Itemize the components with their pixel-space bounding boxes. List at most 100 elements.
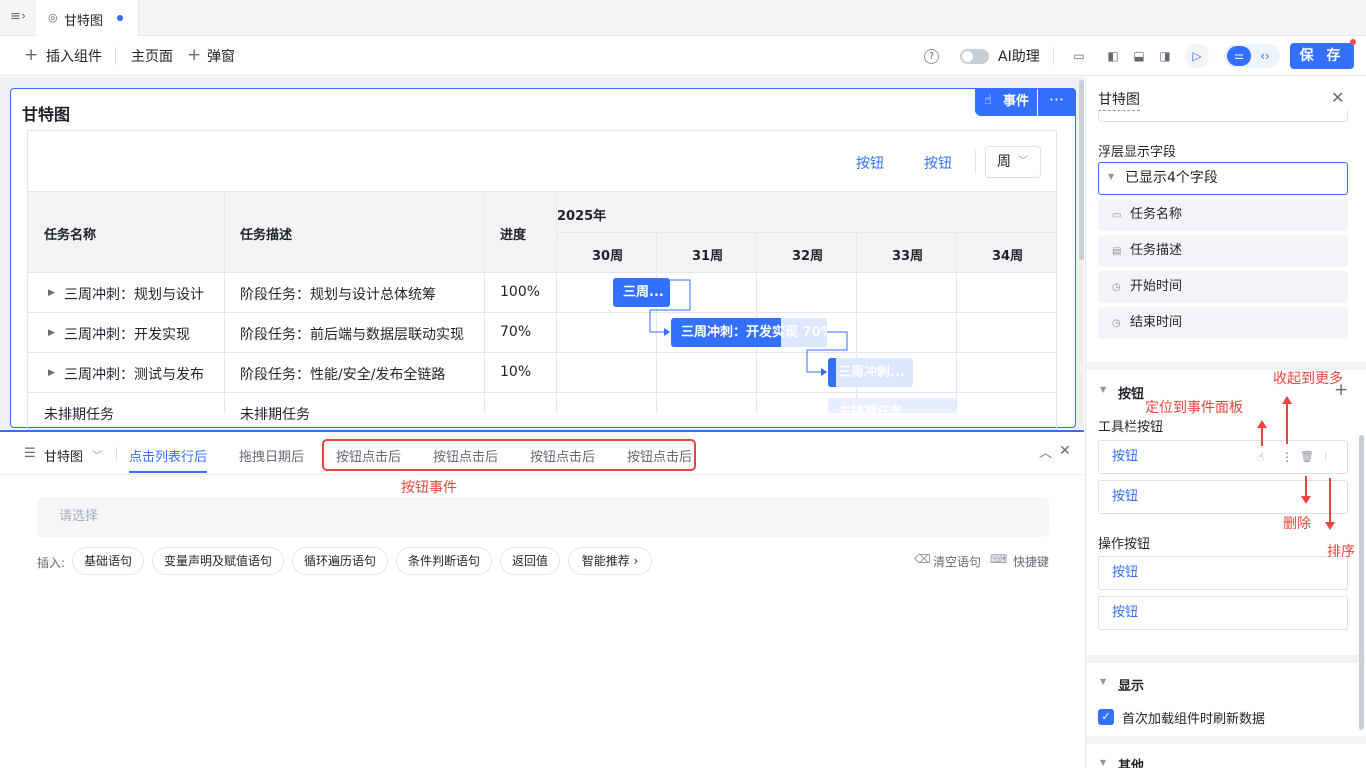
chip-return-value[interactable]: 返回值 [500,547,560,575]
tab-date-drag[interactable]: 拖拽日期后 [239,446,304,465]
close-icon[interactable]: ✕ [1331,88,1344,107]
gantt-toolbar-button-2[interactable]: 按钮 [924,153,952,173]
gantt-toolbar-button-1[interactable]: 按钮 [856,153,884,173]
divider [224,191,225,413]
expand-caret-icon[interactable]: ▶ [48,368,55,378]
task-desc: 阶段任务：规划与设计总体统筹 [240,287,436,303]
tab-row-click[interactable]: 点击列表行后 [129,446,207,465]
action-buttons-label: 操作按钮 [1098,537,1151,552]
save-badge-dot [1350,39,1356,45]
chip-basic-statement[interactable]: 基础语句 [72,547,144,575]
action-button-row[interactable]: 按钮 [1098,596,1348,630]
help-icon[interactable]: ? [924,49,939,64]
component-select[interactable]: 甘特图 [44,446,83,465]
panel-title: 甘特图 [1098,89,1140,111]
week-select[interactable]: 周 ﹀ [985,146,1041,178]
overlay-field-item[interactable]: 任务名称 [1098,199,1348,231]
section-other[interactable]: 其他 [1118,755,1144,768]
canvas-scrollbar[interactable] [1079,80,1084,260]
task-desc: 阶段任务：前后端与数据层联动实现 [240,327,464,343]
gantt-bar[interactable]: 三周冲刺：开发实现 70% [671,318,827,347]
annotation-button-events: 按钮事件 [401,480,457,496]
clear-statements-button[interactable]: 清空语句 [933,553,981,570]
bottom-panel-icon[interactable]: ⬓ [1130,47,1148,65]
refresh-label: 首次加载组件时刷新数据 [1122,712,1266,727]
annotation-box [322,439,696,471]
section-divider [1086,655,1366,663]
chip-variable-statement[interactable]: 变量声明及赋值语句 [152,547,284,575]
task-name[interactable]: 未排期任务 [44,404,114,424]
save-button[interactable]: 保 存 [1290,43,1354,69]
popup-button[interactable]: 弹窗 [207,46,235,66]
sidebar-toggle-icon[interactable]: ≡› [10,9,26,25]
divider [484,191,485,413]
week-select-value: 周 [997,154,1011,170]
action-button-row[interactable]: 按钮 [1098,556,1348,590]
section-buttons[interactable]: 按钮 [1118,383,1144,402]
right-panel-icon[interactable]: ◨ [1156,47,1174,65]
date-field-icon: ◷ [1112,318,1121,329]
caret-down-icon[interactable]: ▼ [1100,677,1106,686]
more-options-button[interactable]: ··· [1038,88,1075,116]
left-panel-icon[interactable]: ◧ [1104,47,1122,65]
preview-play-icon[interactable]: ▷ [1185,44,1209,68]
layout-icon[interactable]: ▭ [1070,47,1088,65]
chevron-down-icon: ﹀ [1018,156,1028,167]
annotation-sort: 排序 [1327,544,1355,560]
chip-loop-statement[interactable]: 循环遍历语句 [292,547,388,575]
tab-label: 甘特图 [64,14,104,29]
ai-assistant-toggle[interactable] [960,49,989,64]
panel-scrollbar[interactable] [1359,435,1364,730]
insert-component-button[interactable]: 插入组件 [46,46,102,66]
task-name[interactable]: 三周冲刺：开发实现 [64,324,190,344]
task-name[interactable]: 三周冲刺：规划与设计 [64,284,204,304]
week-label: 34周 [992,249,1024,264]
chip-smart-recommend[interactable]: 智能推荐 › [568,547,652,575]
expand-caret-icon[interactable]: ▶ [48,328,55,338]
task-progress: 10% [500,364,532,380]
divider [116,447,117,461]
home-page-link[interactable]: 主页面 [131,46,173,66]
settings-mode-icon[interactable]: ⚌ [1227,46,1251,66]
text-field-icon: ▭ [1112,210,1122,221]
section-display[interactable]: 显示 [1118,675,1144,694]
expand-caret-icon[interactable]: ▶ [48,288,55,298]
caret-down-icon[interactable]: ▼ [1100,758,1106,767]
collapse-up-icon[interactable]: ︿ [1039,442,1052,461]
overlay-fields-select[interactable]: 已显示4个字段 [1098,162,1348,195]
annotation-collapse: 收起到更多 [1273,371,1343,387]
overlay-field-item[interactable]: 任务描述 [1098,235,1348,267]
column-header-progress: 进度 [500,228,527,243]
chip-condition-statement[interactable]: 条件判断语句 [396,547,492,575]
week-label: 31周 [692,249,724,264]
year-label: 2025年 [557,209,607,224]
week-label: 33周 [892,249,924,264]
gantt-bar[interactable]: 三周冲刺... [828,358,913,387]
statement-select[interactable]: 请选择 [37,497,1049,537]
toolbar-buttons-label: 工具栏按钮 [1098,420,1164,435]
code-mode-icon[interactable]: ‹› [1256,47,1274,65]
insert-label: 插入: [37,556,66,570]
caret-down-icon[interactable]: ▼ [1100,385,1106,394]
gantt-bar[interactable]: 三周... [613,278,670,307]
task-name[interactable]: 三周冲刺：测试与发布 [64,364,204,384]
overlay-field-item[interactable]: 结束时间 [1098,307,1348,339]
keyboard-icon: ⌨ [990,552,1008,566]
page-icon: ◎ [48,11,58,24]
section-divider [1086,736,1366,744]
divider [557,232,1056,233]
refresh-checkbox[interactable]: ✓ [1098,709,1114,725]
close-icon[interactable]: ✕ [1059,443,1071,459]
textarea-field-icon: ▤ [1112,246,1122,257]
eraser-icon: ⌫ [914,552,931,566]
overlay-field-item[interactable]: 开始时间 [1098,271,1348,303]
active-tab-indicator [129,471,207,473]
unsaved-dot [117,15,123,21]
divider [0,474,1084,475]
divider [975,150,976,174]
annotation-arrows [1257,396,1335,530]
shortcut-button[interactable]: 快捷键 [1013,553,1049,570]
gantt-bar[interactable]: 未排期任务 [828,398,956,413]
plus-icon: + [187,45,202,65]
task-desc: 阶段任务：性能/安全/发布全链路 [240,367,446,383]
